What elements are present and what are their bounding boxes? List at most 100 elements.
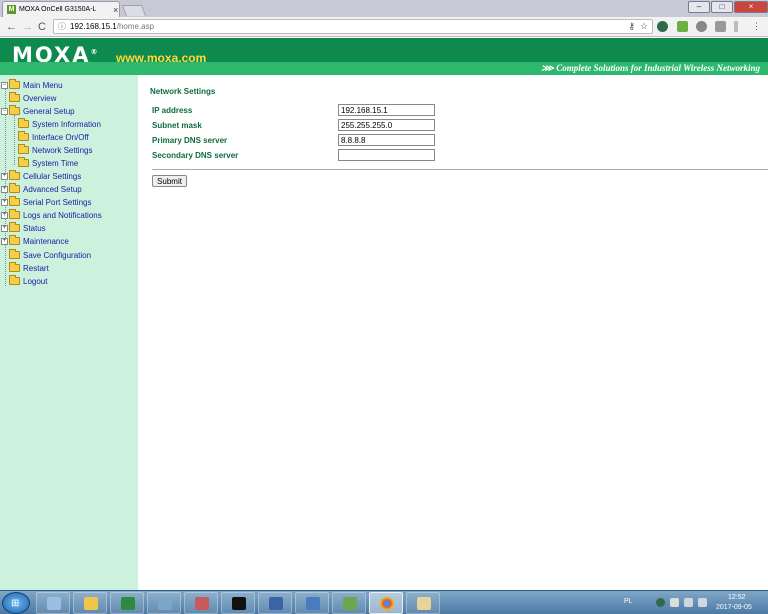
tray-volume-icon[interactable] <box>698 598 707 607</box>
form-divider <box>152 169 768 170</box>
sidebar-item-label: Restart <box>23 263 49 273</box>
address-bar-actions: ⚷ ☆ <box>628 21 648 32</box>
url-host: 192.168.15.1 <box>70 22 117 31</box>
folder-icon <box>9 196 20 206</box>
folder-icon <box>9 209 20 219</box>
taskbar-app-network[interactable] <box>147 592 181 614</box>
expand-icon[interactable]: + <box>1 237 8 245</box>
expand-icon[interactable]: + <box>1 172 8 180</box>
expand-icon[interactable]: + <box>1 185 8 193</box>
forward-arrow-icon[interactable]: → <box>22 20 33 34</box>
sidebar-item-label: Interface On/Off <box>32 132 89 142</box>
browser-toolbar: ← → C ⓘ 192.168.15.1/home.asp ⚷ ☆ ⋮ <box>0 17 768 37</box>
folder-icon <box>9 92 20 102</box>
browser-tab[interactable]: M MOXA OnCell G3150A-L × <box>2 1 120 17</box>
taskbar-app-explorer[interactable] <box>73 592 107 614</box>
expand-icon[interactable]: + <box>1 211 8 219</box>
taskbar-app-monitor[interactable] <box>332 592 366 614</box>
sidebar-item-label: Cellular Settings <box>23 171 82 181</box>
tab-close-icon[interactable]: × <box>113 5 118 15</box>
sidebar-item-advanced-setup[interactable]: + Advanced Setup <box>1 183 82 195</box>
address-bar[interactable]: ⓘ 192.168.15.1/home.asp ⚷ ☆ <box>53 19 653 34</box>
sidebar-item-label: System Time <box>32 158 79 168</box>
sidebar-item-serial-port-settings[interactable]: + Serial Port Settings <box>1 196 91 208</box>
expand-icon[interactable]: + <box>1 198 8 206</box>
folder-icon <box>9 275 20 285</box>
folder-icon <box>9 183 20 193</box>
sidebar-item-logout[interactable]: Logout <box>1 275 47 287</box>
page-info-icon[interactable]: ⓘ <box>58 21 66 32</box>
sidebar-item-save-configuration[interactable]: Save Configuration <box>1 249 91 261</box>
tray-flag-icon[interactable] <box>670 598 679 607</box>
sidebar-item-overview[interactable]: Overview <box>1 92 56 104</box>
taskbar-app-chrome[interactable] <box>369 592 403 614</box>
clock-time[interactable]: 12:52 <box>728 594 746 601</box>
sidebar-item-status[interactable]: + Status <box>1 222 46 234</box>
sidebar-item-label: General Setup <box>23 106 75 116</box>
sidebar-item-system-information[interactable]: System Information <box>10 118 101 130</box>
collapse-icon[interactable]: − <box>1 81 8 89</box>
extension-download-icon[interactable] <box>715 21 726 32</box>
window-maximize-button[interactable]: □ <box>711 1 733 13</box>
sidebar-item-logs-and-notifications[interactable]: + Logs and Notifications <box>1 209 102 221</box>
sidebar-item-label: Maintenance <box>23 236 69 246</box>
sidebar-item-cellular-settings[interactable]: + Cellular Settings <box>1 170 81 182</box>
folder-icon <box>18 157 29 167</box>
sidebar-item-maintenance[interactable]: + Maintenance <box>1 235 69 247</box>
taskbar-app-remote[interactable] <box>258 592 292 614</box>
remote-desktop-icon <box>269 597 283 610</box>
sidebar-item-label: Serial Port Settings <box>23 197 92 207</box>
primary-dns-input[interactable] <box>338 134 435 146</box>
tray-shield-icon[interactable] <box>656 598 665 607</box>
excel-icon <box>121 597 135 610</box>
sidebar-item-system-time[interactable]: System Time <box>10 157 78 169</box>
subnet-mask-input[interactable] <box>338 119 435 131</box>
sidebar-item-general-setup[interactable]: − General Setup <box>1 105 75 117</box>
taskbar-app-paint[interactable] <box>406 592 440 614</box>
sidebar-item-main-menu[interactable]: − Main Menu <box>1 79 63 91</box>
sidebar-item-label: Main Menu <box>23 80 63 90</box>
taskbar-app-notepad[interactable] <box>36 592 70 614</box>
key-icon[interactable]: ⚷ <box>628 21 635 31</box>
extension-check-icon[interactable] <box>677 21 688 32</box>
windows-taskbar: ⊞ PL 12:52 2017-09-05 <box>0 590 768 614</box>
start-button[interactable]: ⊞ <box>2 592 30 614</box>
sidebar-item-label: System Information <box>32 119 101 129</box>
page-title: Network Settings <box>150 87 216 96</box>
ip-address-label: IP address <box>152 106 193 115</box>
reload-icon[interactable]: C <box>38 20 46 34</box>
browser-menu-icon[interactable]: ⋮ <box>752 21 761 32</box>
language-indicator[interactable]: PL <box>624 598 633 605</box>
folder-icon <box>9 262 20 272</box>
extension-gear-icon[interactable] <box>696 21 707 32</box>
folder-icon <box>9 170 20 180</box>
expand-icon[interactable]: + <box>1 224 8 232</box>
new-tab-button[interactable] <box>121 5 147 16</box>
tray-network-icon[interactable] <box>684 598 693 607</box>
sidebar-item-restart[interactable]: Restart <box>1 262 49 274</box>
moxa-header: MOXA® www.moxa.com ⋙ Complete Solutions … <box>0 38 768 75</box>
paint-icon <box>417 597 431 610</box>
sidebar-item-interface-on-off[interactable]: Interface On/Off <box>10 131 89 143</box>
sidebar-item-label: Overview <box>23 93 57 103</box>
window-minimize-button[interactable]: – <box>688 1 710 13</box>
sidebar-item-network-settings[interactable]: Network Settings <box>10 144 92 156</box>
window-close-button[interactable]: × <box>734 1 768 13</box>
main-content: Network Settings IP address Subnet mask … <box>138 75 768 590</box>
windows-logo-icon: ⊞ <box>11 598 20 609</box>
ip-address-input[interactable] <box>338 104 435 116</box>
taskbar-app-excel[interactable] <box>110 592 144 614</box>
taskbar-app-tools[interactable] <box>184 592 218 614</box>
bookmark-star-icon[interactable]: ☆ <box>640 21 648 31</box>
url-path: /home.asp <box>116 22 155 31</box>
collapse-icon[interactable]: − <box>1 107 8 115</box>
taskbar-app-network-manager[interactable] <box>295 592 329 614</box>
submit-button[interactable]: Submit <box>152 175 187 187</box>
taskbar-app-terminal[interactable] <box>221 592 255 614</box>
clock-date[interactable]: 2017-09-05 <box>716 604 752 611</box>
back-arrow-icon[interactable]: ← <box>6 20 17 34</box>
folder-icon <box>18 144 29 154</box>
extension-shield-icon[interactable] <box>657 21 668 32</box>
extension-pin-icon[interactable] <box>734 21 738 32</box>
secondary-dns-input[interactable] <box>338 149 435 161</box>
